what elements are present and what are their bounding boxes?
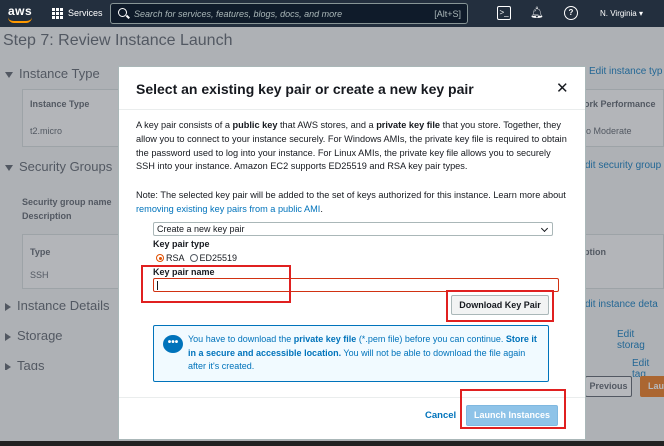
top-navigation-bar: aws Services Search for services, featur…: [0, 0, 664, 27]
key-pair-modal: Select an existing key pair or create a …: [118, 66, 586, 440]
region-selector[interactable]: N. Virginia ▾: [600, 9, 643, 18]
services-menu[interactable]: Services: [68, 8, 103, 18]
search-input[interactable]: Search for services, features, blogs, do…: [134, 9, 342, 19]
radio-ed25519[interactable]: [189, 254, 198, 262]
bell-icon[interactable]: 🔔︎: [530, 6, 544, 20]
aws-smile-icon: [8, 17, 32, 23]
key-pair-type-radio-group: RSA ED25519: [156, 253, 242, 263]
aws-logo-text: aws: [8, 4, 33, 18]
aws-logo[interactable]: aws: [8, 4, 34, 24]
close-icon[interactable]: ✕: [556, 79, 569, 97]
info-icon: •••: [163, 335, 183, 353]
highlight-key-name: [141, 265, 291, 303]
search-icon: [118, 8, 127, 17]
key-pair-type-label: Key pair type: [153, 239, 210, 249]
bottom-bar: [0, 441, 664, 446]
radio-rsa[interactable]: [156, 254, 164, 262]
cancel-button[interactable]: Cancel: [425, 410, 456, 421]
search-shortcut-hint: [Alt+S]: [434, 9, 461, 19]
highlight-launch-button: [460, 389, 566, 429]
services-grid-icon[interactable]: [52, 8, 63, 19]
cloudshell-icon[interactable]: >_: [497, 6, 511, 20]
key-pair-description: A key pair consists of a public key that…: [136, 120, 567, 172]
modal-title: Select an existing key pair or create a …: [136, 81, 474, 97]
search-bar[interactable]: Search for services, features, blogs, do…: [110, 3, 468, 24]
help-icon[interactable]: ?: [564, 6, 578, 20]
key-pair-action-select[interactable]: Create a new key pair: [153, 222, 553, 236]
remove-key-pairs-link[interactable]: removing existing key pairs from a publi…: [136, 204, 320, 214]
key-pair-note: Note: The selected key pair will be adde…: [136, 190, 566, 214]
download-info-alert: ••• You have to download the private key…: [153, 325, 549, 382]
chevron-down-icon: [540, 224, 549, 233]
highlight-download-button: [446, 290, 554, 322]
info-text: You have to download the private key fil…: [188, 334, 537, 371]
modal-divider: [119, 109, 585, 110]
